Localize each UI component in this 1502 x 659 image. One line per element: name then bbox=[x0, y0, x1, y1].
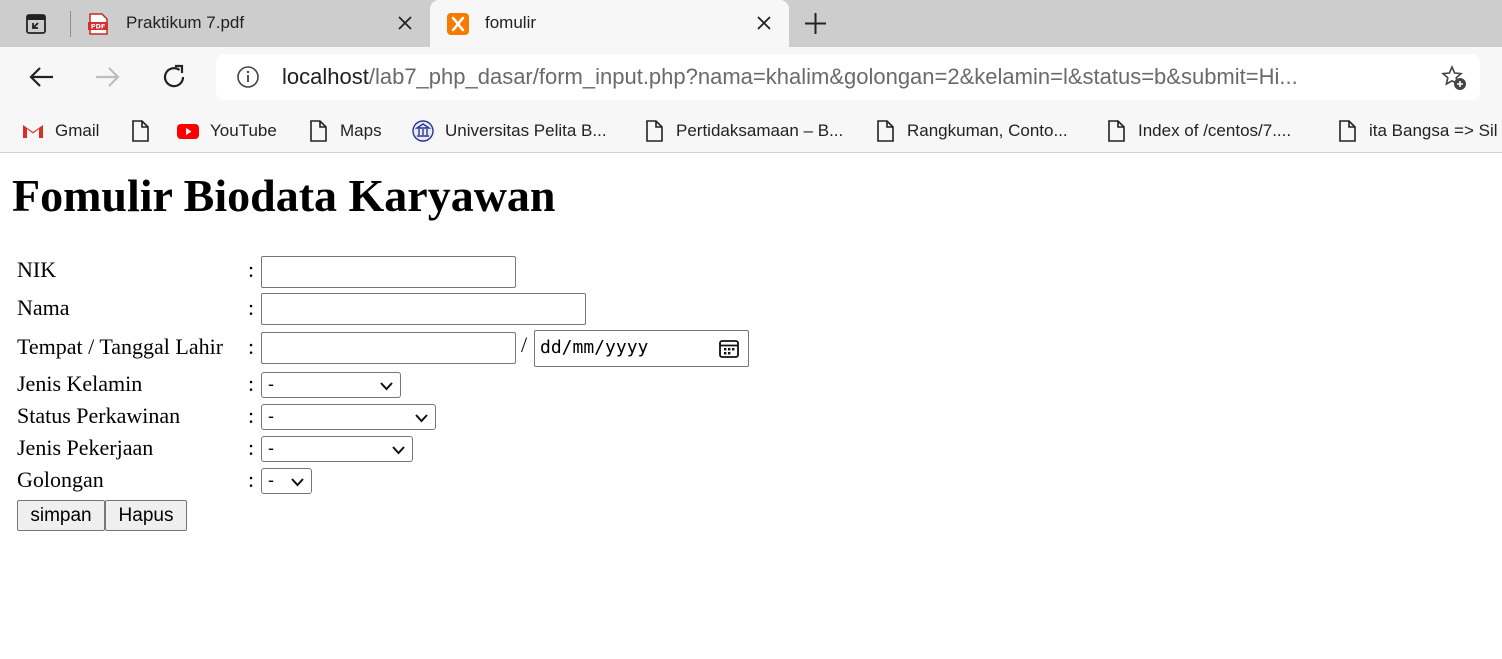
nama-input[interactable] bbox=[261, 293, 586, 325]
selected-value: - bbox=[268, 406, 274, 426]
university-icon bbox=[412, 119, 434, 142]
bookmarks-bar: Gmail YouTube Maps Universitas Pelita B.… bbox=[0, 108, 1502, 153]
info-icon[interactable] bbox=[236, 65, 260, 89]
bookmark-page[interactable] bbox=[128, 108, 162, 153]
colon: : bbox=[248, 295, 255, 320]
page-icon bbox=[877, 119, 894, 142]
label-golongan: Golongan bbox=[17, 467, 104, 492]
label-jenis-kelamin: Jenis Kelamin bbox=[17, 371, 143, 396]
page-icon bbox=[132, 119, 149, 142]
bookmark-gmail[interactable]: Gmail bbox=[21, 108, 99, 153]
chevron-down-icon bbox=[392, 446, 405, 455]
colon: : bbox=[248, 371, 255, 396]
tab-separator bbox=[70, 11, 71, 37]
tempat-lahir-input[interactable] bbox=[261, 332, 516, 364]
label-status-perkawinan: Status Perkawinan bbox=[17, 403, 181, 428]
chevron-down-icon bbox=[380, 382, 393, 391]
bookmark-universitas[interactable]: Universitas Pelita B... bbox=[411, 108, 607, 153]
label-nik: NIK bbox=[17, 257, 57, 282]
svg-text:PDF: PDF bbox=[91, 23, 106, 31]
bookmark-bangsa[interactable]: ita Bangsa => Sil bbox=[1335, 108, 1498, 153]
bookmark-rangkuman[interactable]: Rangkuman, Conto... bbox=[873, 108, 1068, 153]
url-text: localhost/lab7_php_dasar/form_input.php?… bbox=[282, 64, 1416, 90]
hapus-button[interactable]: Hapus bbox=[105, 500, 187, 531]
page-title: Fomulir Biodata Karyawan bbox=[12, 170, 556, 221]
back-arrow-icon[interactable] bbox=[27, 62, 57, 92]
pdf-icon: PDF bbox=[88, 13, 108, 35]
close-icon[interactable] bbox=[395, 13, 415, 33]
tab-strip: PDF Praktikum 7.pdf fomulir bbox=[0, 0, 1502, 47]
label-ttl: Tempat / Tanggal Lahir bbox=[17, 334, 224, 359]
xampp-icon bbox=[447, 13, 469, 35]
nik-input[interactable] bbox=[261, 256, 516, 288]
bookmark-maps[interactable]: Maps bbox=[306, 108, 382, 153]
calendar-icon[interactable] bbox=[718, 337, 740, 359]
page-icon bbox=[310, 119, 327, 142]
colon: : bbox=[248, 435, 255, 460]
status-perkawinan-select[interactable]: - bbox=[261, 404, 436, 430]
selected-value: - bbox=[268, 438, 274, 458]
chevron-down-icon bbox=[291, 478, 304, 487]
jenis-pekerjaan-select[interactable]: - bbox=[261, 436, 413, 462]
tab-praktikum-pdf[interactable]: PDF Praktikum 7.pdf bbox=[72, 0, 426, 47]
selected-value: - bbox=[268, 374, 274, 394]
address-bar[interactable]: localhost/lab7_php_dasar/form_input.php?… bbox=[216, 54, 1480, 100]
close-icon[interactable] bbox=[754, 13, 774, 33]
reload-icon[interactable] bbox=[159, 62, 189, 92]
bookmark-pertidaksamaan[interactable]: Pertidaksamaan – B... bbox=[642, 108, 843, 153]
toolbar: localhost/lab7_php_dasar/form_input.php?… bbox=[0, 47, 1502, 108]
bookmark-index-centos[interactable]: Index of /centos/7.... bbox=[1104, 108, 1291, 153]
url-host: localhost bbox=[282, 64, 369, 89]
colon: : bbox=[248, 334, 255, 359]
simpan-button[interactable]: simpan bbox=[17, 500, 105, 531]
bookmark-youtube[interactable]: YouTube bbox=[176, 108, 277, 153]
tab-fomulir[interactable]: fomulir bbox=[430, 0, 789, 47]
tanggal-lahir-input[interactable]: dd/mm/yyyy bbox=[534, 330, 749, 367]
date-placeholder: dd/mm/yyyy bbox=[540, 337, 649, 358]
chevron-down-icon bbox=[415, 414, 428, 423]
forward-arrow-icon[interactable] bbox=[92, 62, 122, 92]
page-icon bbox=[646, 119, 663, 142]
youtube-icon bbox=[177, 123, 199, 139]
tab-actions-icon[interactable] bbox=[24, 12, 48, 36]
colon: : bbox=[248, 257, 255, 282]
add-favorite-icon[interactable] bbox=[1440, 64, 1468, 92]
new-tab-icon[interactable] bbox=[803, 11, 828, 36]
label-jenis-pekerjaan: Jenis Pekerjaan bbox=[17, 435, 154, 460]
tab-title: Praktikum 7.pdf bbox=[126, 13, 245, 32]
url-path: /lab7_php_dasar/form_input.php?nama=khal… bbox=[368, 64, 1298, 89]
colon: : bbox=[248, 467, 255, 492]
golongan-select[interactable]: - bbox=[261, 468, 312, 494]
jenis-kelamin-select[interactable]: - bbox=[261, 372, 401, 398]
page-icon bbox=[1339, 119, 1356, 142]
page-icon bbox=[1108, 119, 1125, 142]
date-separator: / bbox=[521, 332, 528, 357]
selected-value: - bbox=[268, 470, 274, 490]
gmail-icon bbox=[23, 124, 43, 138]
colon: : bbox=[248, 403, 255, 428]
tab-title: fomulir bbox=[485, 13, 537, 32]
label-nama: Nama bbox=[17, 295, 70, 320]
